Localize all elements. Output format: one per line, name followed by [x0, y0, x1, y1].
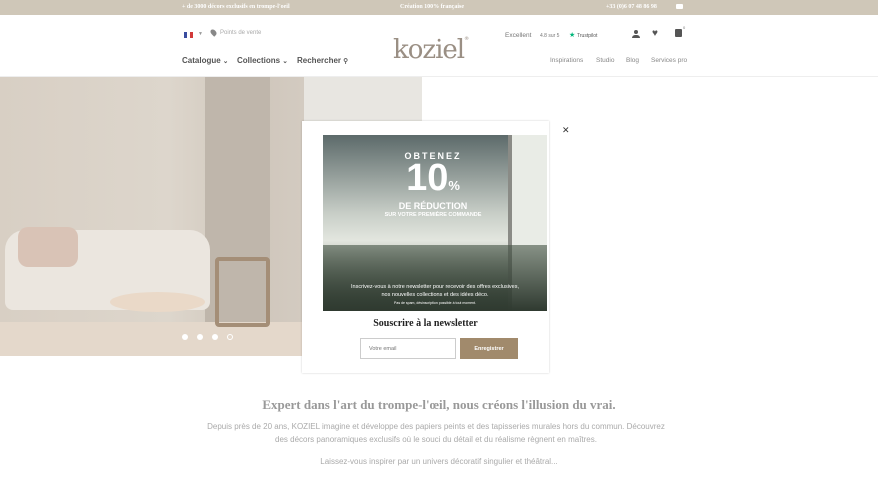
- wishlist-heart-icon[interactable]: ♥: [652, 28, 658, 39]
- slide-dot-2[interactable]: [197, 334, 203, 340]
- chevron-down-icon[interactable]: ▼: [198, 31, 203, 37]
- promo-body2: nos nouvelles collections et des idées d…: [381, 292, 489, 298]
- hero-table-image: [110, 292, 205, 312]
- promo-body1: Inscrivez-vous à notre newsletter pour r…: [350, 284, 520, 290]
- hero-cushion-image: [18, 227, 78, 267]
- slide-dot-3[interactable]: [212, 334, 218, 340]
- cart-count: 0: [683, 25, 686, 30]
- close-icon[interactable]: ✕: [562, 126, 570, 135]
- search-icon: ⚲: [343, 58, 349, 65]
- site-header: ▼ Points de vente koziel® Excellent 4.8 …: [0, 15, 878, 77]
- newsletter-title: Souscrire à la newsletter: [373, 318, 478, 329]
- promo-line2: DE RÉDUCTION: [398, 201, 468, 211]
- nav-search[interactable]: Rechercher ⚲: [297, 56, 348, 65]
- slide-dot-4[interactable]: [227, 334, 233, 340]
- cart-bag-icon[interactable]: [675, 29, 682, 37]
- promo-fine-print: Pas de spam, désinscription possible à t…: [394, 301, 476, 305]
- nav-blog[interactable]: Blog: [626, 57, 639, 64]
- stores-link[interactable]: Points de vente: [220, 30, 261, 36]
- nav-inspirations[interactable]: Inspirations: [550, 57, 583, 64]
- nav-studio[interactable]: Studio: [596, 57, 614, 64]
- promo-image: OBTENEZ 10% DE RÉDUCTION SUR VOTRE PREMI…: [323, 135, 547, 311]
- trustpilot-star-icon: ★: [569, 32, 576, 39]
- nav-collections[interactable]: Collections ⌄: [237, 56, 288, 65]
- nav-catalogue[interactable]: Catalogue ⌄: [182, 56, 228, 65]
- page-headline: Expert dans l'art du trompe-l'œil, nous …: [262, 397, 616, 412]
- rating-label: Excellent: [505, 32, 532, 39]
- chevron-down-icon: ⌄: [222, 58, 229, 65]
- france-flag-icon[interactable]: [184, 32, 193, 38]
- slide-dot-1[interactable]: [182, 334, 188, 340]
- rating-value: 4.8 sur 5: [540, 33, 560, 39]
- announcement-center: Création 100% française: [400, 4, 464, 10]
- save-button[interactable]: Enregistrer: [460, 338, 518, 359]
- announcement-left: + de 3000 décors exclusifs en trompe-l'o…: [182, 4, 290, 10]
- account-icon[interactable]: [632, 30, 640, 38]
- trustpilot-link[interactable]: Trustpilot: [577, 33, 597, 39]
- hero-chair-image: [215, 257, 270, 327]
- phone-number[interactable]: +33 (0)6 07 48 86 98: [606, 4, 657, 10]
- top-announcement-bar: + de 3000 décors exclusifs en trompe-l'o…: [0, 0, 878, 15]
- intro-tagline: Laissez-vous inspirer par un univers déc…: [320, 457, 558, 466]
- promo-line3: SUR VOTRE PREMIÈRE COMMANDE: [384, 212, 482, 218]
- email-field[interactable]: [360, 338, 456, 359]
- promo-percent: 10%: [406, 157, 460, 199]
- intro-paragraph: Depuis près de 20 ans, KOZIEL imagine et…: [207, 422, 665, 444]
- mail-icon[interactable]: [676, 4, 683, 9]
- nav-services-pro[interactable]: Services pro: [651, 57, 687, 64]
- location-pin-icon: [209, 28, 218, 37]
- logo[interactable]: koziel®: [393, 37, 469, 64]
- chevron-down-icon: ⌄: [282, 58, 288, 65]
